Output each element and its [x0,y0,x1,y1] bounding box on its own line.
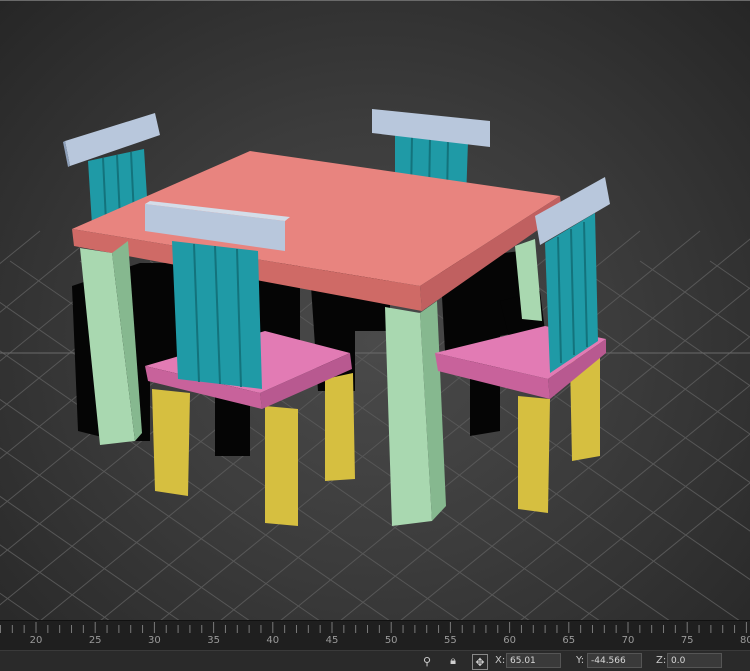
ruler-label: 40 [266,635,280,646]
z-label: Z: [656,655,667,666]
ruler-label: 30 [148,635,161,646]
lock-icon[interactable]: 🔒︎ [446,654,460,668]
x-label: X: [495,655,506,666]
status-bar: ⚲ 🔒︎ ✥ X: 65.01 Y: -44.566 Z: 0.0 [0,650,750,671]
ruler-label: 70 [621,635,635,646]
ruler-label: 50 [384,635,398,646]
grid-line [579,482,750,621]
ruler-label: 25 [88,635,102,646]
grid-line [0,230,41,265]
timeline-ruler[interactable]: 20 25 30 35 40 45 50 55 60 65 70 75 80 [0,620,750,651]
ruler-label: 80 [740,635,750,646]
ruler-label: 35 [207,635,220,646]
z-coordinate-field[interactable]: 0.0 [667,653,722,668]
ruler-ticks [0,622,747,633]
key-icon[interactable]: ⚲ [420,654,434,668]
transform-mode-icon[interactable]: ✥ [472,654,488,670]
ruler-label: 20 [29,635,43,646]
grid-line [0,592,41,621]
perspective-scene[interactable] [0,1,750,621]
ruler-label: 45 [325,635,339,646]
ruler-label: 60 [503,635,516,646]
x-coordinate-field[interactable]: 65.01 [506,653,561,668]
y-label: Y: [576,655,585,666]
3d-viewport[interactable] [0,0,750,621]
ruler-label: 55 [444,635,457,646]
ruler-label: 65 [562,635,576,646]
y-coordinate-field[interactable]: -44.566 [587,653,642,668]
ruler-label: 75 [680,635,694,646]
